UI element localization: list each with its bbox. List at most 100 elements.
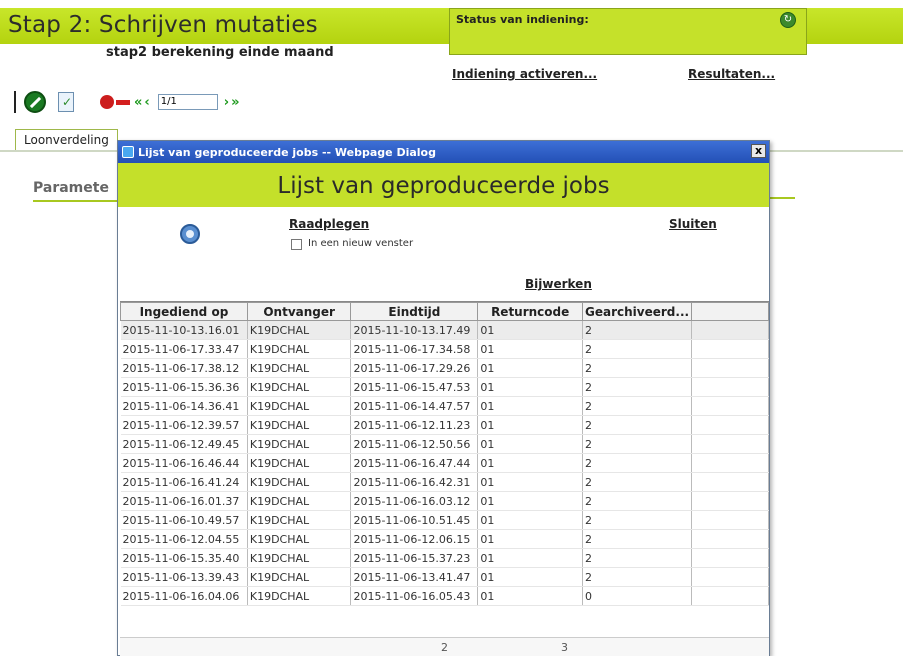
first-page-icon[interactable]: « [134,96,142,109]
table-cell: 01 [477,586,583,606]
table-cell: K19DCHAL [247,510,352,530]
table-cell: 2015-11-06-16.03.12 [350,491,479,511]
table-cell: 2 [582,472,693,492]
table-cell: 2015-11-06-16.05.43 [350,586,479,606]
table-row[interactable]: 2015-11-06-15.36.36 K19DCHAL 2015-11-06-15… [120,377,769,397]
table-row[interactable]: 2015-11-06-12.04.55 K19DCHAL 2015-11-06-12… [120,529,769,549]
previous-page-icon[interactable]: ‹ [144,96,149,109]
activate-submission-link[interactable]: Indiening activeren... [452,67,597,81]
table-cell: 2015-11-06-13.39.43 [120,567,248,587]
table-cell-spacer [691,434,769,454]
new-window-label: In een nieuw venster [308,238,414,249]
table-cell: 01 [477,415,583,435]
table-cell: 2 [582,415,693,435]
table-cell: 01 [477,567,583,587]
table-row[interactable]: 2015-11-06-12.49.45 K19DCHAL 2015-11-06-12… [120,434,769,454]
table-cell: K19DCHAL [247,415,352,435]
table-row[interactable]: 2015-11-06-12.39.57 K19DCHAL 2015-11-06-12… [120,415,769,435]
table-cell: 2015-11-06-16.42.31 [350,472,479,492]
table-cell: 2 [582,358,693,378]
table-cell: 2015-11-06-16.01.37 [120,491,248,511]
remove-icon[interactable] [116,99,130,105]
table-cell: 01 [477,548,583,568]
page-subtitle: stap2 berekening einde maand [106,45,334,60]
table-cell: 2015-11-06-17.29.26 [350,358,479,378]
approve-document-icon[interactable] [58,92,74,112]
new-window-checkbox[interactable] [291,239,302,250]
edit-icon[interactable] [24,91,46,113]
refresh-icon[interactable]: ↻ [780,12,796,28]
table-cell: 2015-11-06-12.06.15 [350,529,479,549]
table-cell-spacer [691,377,769,397]
section-underline-right [768,197,795,199]
table-row[interactable]: 2015-11-06-16.46.44 K19DCHAL 2015-11-06-16… [120,453,769,473]
column-header[interactable]: Gearchiveerd... [581,302,693,321]
table-cell: K19DCHAL [247,567,352,587]
table-cell-spacer [691,586,769,606]
column-header[interactable]: Ontvanger [246,302,352,321]
table-row[interactable]: 2015-11-06-14.36.41 K19DCHAL 2015-11-06-14… [120,396,769,416]
table-cell: 2015-11-06-10.49.57 [120,510,248,530]
table-cell: 2015-11-06-12.39.57 [120,415,248,435]
table-row[interactable]: 2015-11-06-17.38.12 K19DCHAL 2015-11-06-17… [120,358,769,378]
results-link[interactable]: Resultaten... [688,67,775,81]
dialog-window-title: Lijst van geproduceerde jobs -- Webpage … [138,145,436,159]
table-cell: 2015-11-06-17.38.12 [120,358,248,378]
table-cell: 01 [477,396,583,416]
table-cell: K19DCHAL [247,434,352,454]
refresh-link[interactable]: Bijwerken [525,277,592,291]
table-cell: 01 [477,453,583,473]
table-cell-spacer [691,567,769,587]
tab-loonverdeling[interactable]: Loonverdeling [15,129,118,151]
delete-icon[interactable] [100,95,114,109]
pager-page-2[interactable]: 2 [441,641,448,654]
table-cell-spacer [691,529,769,549]
table-cell: K19DCHAL [247,586,352,606]
table-cell: 2015-11-06-16.46.44 [120,453,248,473]
table-cell: K19DCHAL [247,548,352,568]
table-cell: K19DCHAL [247,491,352,511]
table-cell: 2 [582,320,693,340]
table-cell: 2 [582,529,693,549]
jobs-dialog: Lijst van geproduceerde jobs -- Webpage … [117,140,770,656]
table-row[interactable]: 2015-11-06-15.35.40 K19DCHAL 2015-11-06-15… [120,548,769,568]
table-row[interactable]: 2015-11-06-16.04.06 K19DCHAL 2015-11-06-16… [120,586,769,606]
table-cell: 01 [477,377,583,397]
table-cell: 2015-11-10-13.16.01 [120,320,248,340]
next-page-icon[interactable]: › [224,96,229,109]
column-header[interactable]: Returncode [477,302,583,321]
close-link[interactable]: Sluiten [669,217,717,231]
jobs-table: Ingediend op Ontvanger Eindtijd Returncode G… [120,302,769,606]
table-row[interactable]: 2015-11-06-13.39.43 K19DCHAL 2015-11-06-13… [120,567,769,587]
table-cell: 01 [477,339,583,359]
table-row[interactable]: 2015-11-06-17.33.47 K19DCHAL 2015-11-06-17… [120,339,769,359]
table-cell: 01 [477,358,583,378]
table-cell: 2015-11-06-17.33.47 [120,339,248,359]
close-icon[interactable]: x [751,144,766,158]
dialog-titlebar[interactable]: Lijst van geproduceerde jobs -- Webpage … [118,141,769,163]
table-row[interactable]: 2015-11-10-13.16.01 K19DCHAL 2015-11-10-13… [120,320,769,340]
table-cell-spacer [691,491,769,511]
save-disk-icon[interactable] [180,224,200,244]
table-cell-spacer [691,358,769,378]
table-row[interactable]: 2015-11-06-10.49.57 K19DCHAL 2015-11-06-10… [120,510,769,530]
last-page-icon[interactable]: » [231,96,239,109]
column-header[interactable]: Ingediend op [120,302,248,321]
page-number-input[interactable]: 1/1 [157,94,218,110]
table-cell-spacer [691,472,769,492]
table-cell: 2015-11-06-16.41.24 [120,472,248,492]
pager-page-3[interactable]: 3 [561,641,568,654]
table-cell: K19DCHAL [247,339,352,359]
table-cell: 2015-11-06-16.47.44 [350,453,479,473]
table-row[interactable]: 2015-11-06-16.41.24 K19DCHAL 2015-11-06-16… [120,472,769,492]
view-link[interactable]: Raadplegen [289,217,369,231]
toolbar-separator [14,91,16,113]
table-cell: K19DCHAL [247,377,352,397]
column-header[interactable]: Eindtijd [350,302,479,321]
table-cell: K19DCHAL [247,453,352,473]
table-cell: 2 [582,567,693,587]
status-panel: Status van indiening: ↻ [449,8,807,55]
table-row[interactable]: 2015-11-06-16.01.37 K19DCHAL 2015-11-06-16… [120,491,769,511]
table-cell: 2015-11-06-12.49.45 [120,434,248,454]
dialog-heading: Lijst van geproduceerde jobs [277,173,610,199]
